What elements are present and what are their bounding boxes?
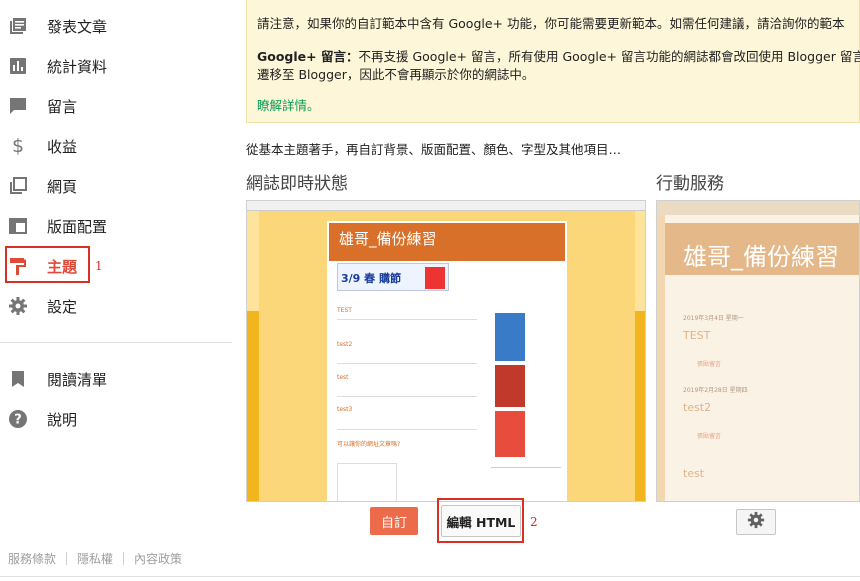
sidebar-item-label: 設定: [47, 297, 78, 316]
sidebar-item-earnings[interactable]: $ 收益: [0, 128, 232, 164]
preview-banner-text: 3/9 春 購節: [341, 272, 401, 285]
gear-icon: [8, 296, 28, 316]
mobile-preview-post-title: test: [683, 467, 705, 480]
preview-side-ad-2: [495, 365, 525, 407]
preview-side-ad-1: [495, 313, 525, 361]
sidebar-item-label: 網頁: [47, 177, 78, 196]
sidebar-item-label: 發表文章: [47, 17, 108, 36]
preview-banner-ad: 3/9 春 購節: [337, 263, 449, 291]
preview-side-rule: [491, 467, 561, 468]
preview-post-rule: [337, 429, 477, 430]
mobile-settings-button[interactable]: [736, 509, 776, 535]
mobile-preview-date: 2019年2月28日 星期四: [683, 387, 748, 394]
sidebar-item-pages[interactable]: 網頁: [0, 168, 232, 204]
mobile-preview-date: 2019年3月4日 星期一: [683, 315, 744, 322]
preview-banner-badge: [425, 267, 445, 289]
comment-icon: [8, 96, 28, 116]
footer-links: 服務條款 隱私權 內容政策: [8, 550, 182, 567]
annotation-box-theme: [5, 246, 90, 283]
preview-post-title: test3: [337, 406, 353, 413]
footer-separator: [66, 552, 68, 565]
notice-gplus-bold: Google+ 留言：: [257, 49, 359, 64]
bottom-divider: [0, 576, 860, 577]
bookmark-icon: [8, 369, 28, 389]
layout-icon: [8, 216, 28, 236]
preview-post-rule: [337, 363, 477, 364]
annotation-number-2: 2: [530, 515, 538, 529]
footer-link-content-policy[interactable]: 內容政策: [134, 550, 182, 567]
annotation-box-edit-html: [437, 498, 524, 543]
preview-archive-box: [337, 463, 397, 501]
footer-separator: [123, 552, 125, 565]
footer-link-privacy[interactable]: 隱私權: [77, 550, 113, 567]
sidebar-divider: [0, 342, 232, 343]
notice-line-1: 請注意，如果你的自訂範本中含有 Google+ 功能，你可能需要更新範本。如需任…: [257, 16, 845, 31]
mobile-preview-comment: 張貼留言: [697, 433, 722, 440]
mobile-preview-blog-title: 雄哥_備份練習: [683, 243, 839, 271]
preview-post-title: test2: [337, 341, 353, 348]
live-section-title: 網誌即時狀態: [246, 174, 348, 194]
sidebar-item-label: 閱讀清單: [47, 370, 108, 389]
help-icon: ?: [8, 409, 28, 429]
live-blog-preview[interactable]: 雄哥_備份練習 3/9 春 購節 TEST test2 test test3 可…: [246, 200, 646, 502]
sidebar-item-label: 收益: [47, 137, 78, 156]
mobile-blog-preview[interactable]: 雄哥_備份練習 2019年3月4日 星期一 TEST 張貼留言 2019年2月2…: [656, 200, 860, 502]
pages-icon: [8, 176, 28, 196]
preview-post-title: test: [337, 374, 349, 381]
sidebar-item-posts[interactable]: 發表文章: [0, 8, 232, 44]
sidebar-item-layout[interactable]: 版面配置: [0, 208, 232, 244]
posts-icon: [8, 16, 28, 36]
dollar-icon: $: [11, 135, 25, 157]
mobile-preview-post-title: test2: [683, 401, 712, 414]
sidebar-item-label: 統計資料: [47, 57, 108, 76]
stats-icon: [8, 56, 28, 76]
sidebar-item-help[interactable]: ? 說明: [0, 401, 232, 437]
mobile-preview-comment: 張貼留言: [697, 361, 722, 368]
preview-side-ad-3: [495, 411, 525, 457]
preview-post-rule: [337, 396, 477, 397]
sidebar-item-label: 版面配置: [47, 217, 108, 236]
intro-text: 從基本主題著手，再自訂背景、版面配置、顏色、字型及其他項目…: [246, 142, 622, 157]
preview-blog-title: 雄哥_備份練習: [339, 230, 437, 248]
preview-post-link: 可以讓你的網址文章嗎?: [337, 441, 401, 448]
sidebar-item-settings[interactable]: 設定: [0, 288, 232, 324]
sidebar-item-reading-list[interactable]: 閱讀清單: [0, 361, 232, 397]
sidebar-item-comments[interactable]: 留言: [0, 88, 232, 124]
sidebar-item-label: 說明: [47, 410, 78, 429]
mobile-preview-post-title: TEST: [683, 329, 711, 342]
notice-line-2: Google+ 留言：不再支援 Google+ 留言，所有使用 Google+ …: [257, 46, 860, 65]
learn-more-link[interactable]: 瞭解詳情。: [257, 95, 320, 114]
svg-text:?: ?: [14, 413, 22, 428]
gear-icon: [747, 511, 765, 533]
sidebar-item-label: 留言: [47, 97, 78, 116]
footer-link-terms[interactable]: 服務條款: [8, 550, 56, 567]
notice-gplus-text: 不再支援 Google+ 留言，所有使用 Google+ 留言功能的網誌都會改回…: [358, 49, 860, 64]
notice-line-3: 遷移至 Blogger，因此不會再顯示於你的網誌中。: [257, 67, 535, 82]
preview-post-rule: [337, 319, 477, 320]
mobile-preview-navbar: [657, 201, 859, 215]
sidebar: 發表文章 統計資料 留言 $ 收益 網頁 版面配置 主題 設定 閱讀清單 ? 說…: [0, 0, 232, 581]
sidebar-item-stats[interactable]: 統計資料: [0, 48, 232, 84]
preview-post-title: TEST: [337, 307, 352, 314]
annotation-number-1: 1: [95, 259, 103, 273]
customize-button[interactable]: 自訂: [370, 507, 418, 535]
preview-navbar: [247, 201, 645, 211]
gplus-notice: 請注意，如果你的自訂範本中含有 Google+ 功能，你可能需要更新範本。如需任…: [246, 0, 860, 123]
mobile-section-title: 行動服務: [656, 174, 724, 194]
